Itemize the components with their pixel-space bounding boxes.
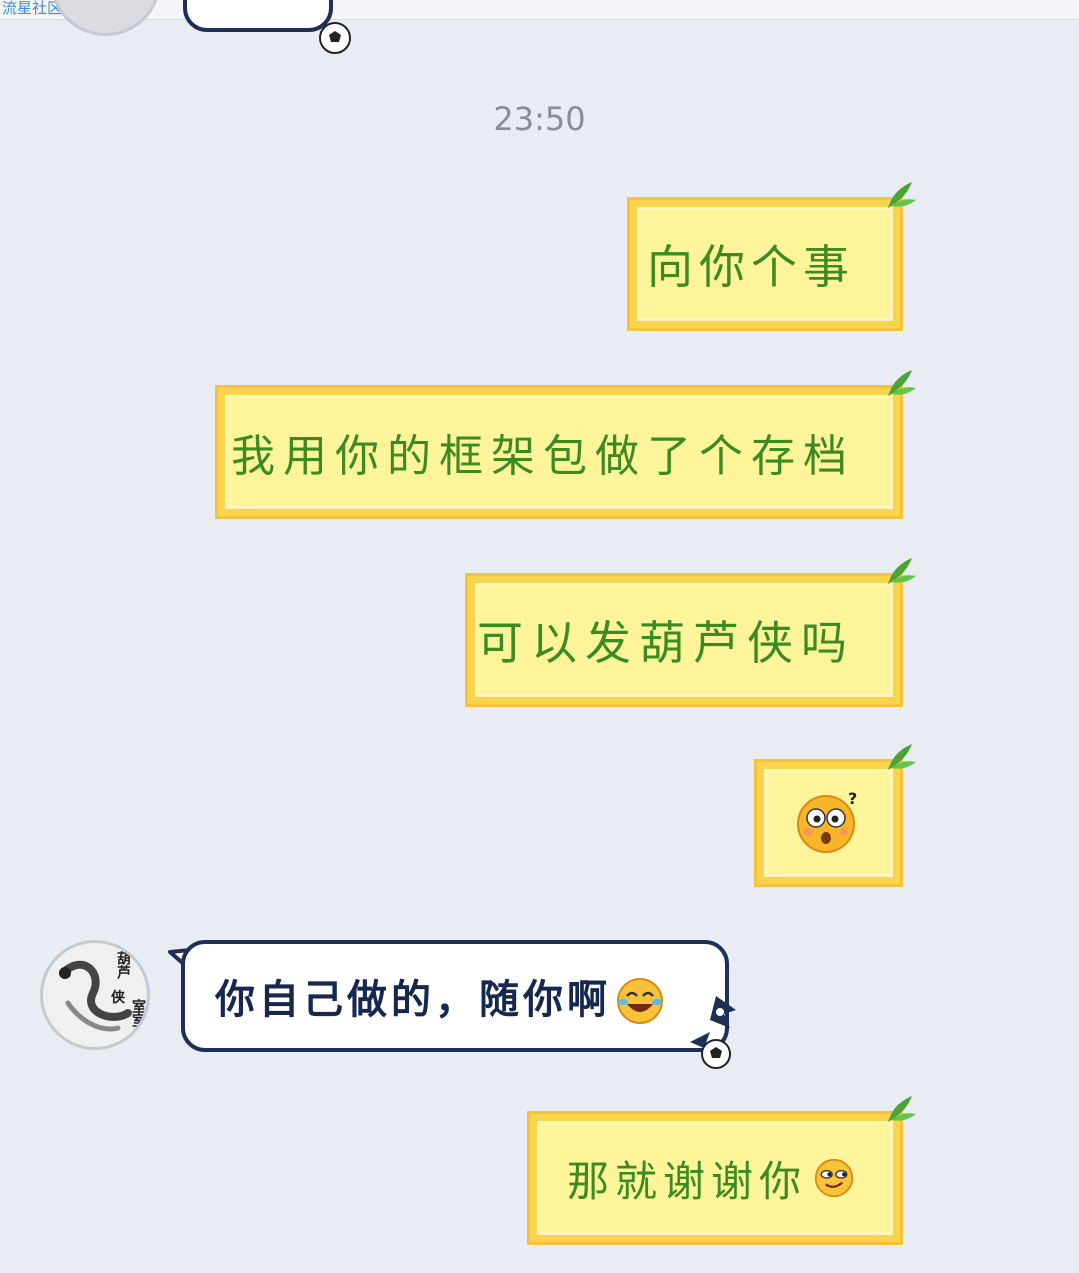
avatar-text-3: 室室 [130, 999, 146, 1027]
smirk-face-icon [814, 1158, 854, 1198]
sent-bubble[interactable]: ? [757, 762, 900, 884]
message-text: 向你个事 [647, 240, 855, 294]
mascot-soccer-icon [690, 996, 736, 1069]
leaf-decoration-icon [888, 182, 916, 208]
received-bubble[interactable]: 你自己做的，随你啊 [181, 940, 729, 1052]
message-text: 可以发葫芦侠吗 [477, 616, 855, 670]
leaf-decoration-icon [888, 744, 916, 770]
message-text: 我用你的框架包做了个存档 [231, 431, 855, 482]
surprised-face-icon: ? [796, 790, 857, 853]
avatar-text-2: 侠 [111, 990, 125, 1006]
previous-avatar[interactable] [50, 0, 161, 36]
sent-bubble[interactable]: 我用你的框架包做了个存档 [218, 388, 900, 516]
laugh-cry-icon [617, 978, 663, 1024]
message-text: 那就谢谢你 [567, 1156, 808, 1206]
previous-received-bubble[interactable] [183, 0, 333, 32]
sent-bubble[interactable]: 向你个事 [630, 200, 900, 328]
leaf-decoration-icon [888, 370, 916, 396]
watermark-text: 流星社区 [2, 0, 63, 17]
leaf-decoration-icon [888, 1096, 916, 1122]
svg-text:?: ? [848, 790, 857, 808]
sent-bubble[interactable]: 可以发葫芦侠吗 [468, 576, 900, 704]
message-text: 你自己做的，随你啊 [215, 977, 611, 1023]
leaf-decoration-icon [888, 558, 916, 584]
avatar-text-1: 葫芦 [115, 951, 131, 979]
top-strip [0, 0, 1079, 20]
avatar[interactable]: 葫芦 侠 室室 [40, 940, 150, 1050]
chat-timestamp: 23:50 [493, 100, 586, 138]
soccer-ball-icon [319, 22, 351, 54]
sent-bubble[interactable]: 那就谢谢你 [530, 1114, 900, 1242]
